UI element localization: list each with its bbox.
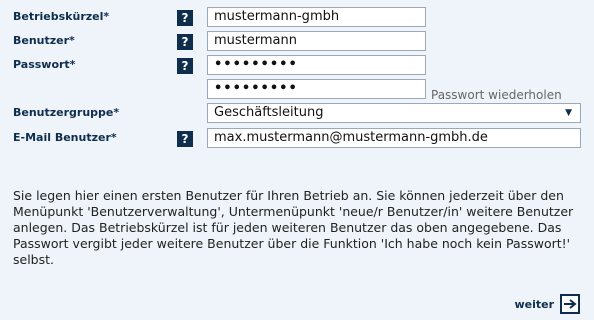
company-code-help-icon[interactable]: ? <box>177 10 193 26</box>
password-repeat-hint: Passwort wiederholen <box>431 88 562 102</box>
password-input[interactable]: ••••••••• <box>207 55 426 75</box>
next-button[interactable]: weiter <box>514 293 580 315</box>
user-label: Benutzer* <box>13 34 75 47</box>
signup-panel: Betriebskürzel* ? mustermann-gmbh Benutz… <box>0 0 594 320</box>
password-label: Passwort* <box>13 58 76 71</box>
password-help-icon[interactable]: ? <box>177 58 193 74</box>
email-input[interactable]: max.mustermann@mustermann-gmbh.de <box>207 128 581 148</box>
next-button-label: weiter <box>514 297 554 311</box>
email-row: E-Mail Benutzer* ? max.mustermann@muster… <box>0 126 594 152</box>
chevron-down-icon: ▼ <box>565 108 572 118</box>
user-group-select[interactable]: Geschäftsleitung ▼ <box>207 103 581 123</box>
company-code-input[interactable]: mustermann-gmbh <box>207 7 426 27</box>
info-text: Sie legen hier einen ersten Benutzer für… <box>13 188 574 267</box>
user-group-row: Benutzergruppe* Geschäftsleitung ▼ <box>0 101 594 127</box>
password-repeat-row: ••••••••• Passwort wiederholen <box>0 77 594 103</box>
password-row: Passwort* ? ••••••••• <box>0 53 594 79</box>
password-repeat-input[interactable]: ••••••••• <box>207 79 426 99</box>
email-label: E-Mail Benutzer* <box>13 131 117 144</box>
arrow-right-icon <box>560 294 580 314</box>
user-group-label: Benutzergruppe* <box>13 106 120 119</box>
user-row: Benutzer* ? mustermann <box>0 29 594 55</box>
user-input[interactable]: mustermann <box>207 31 426 51</box>
company-code-label: Betriebskürzel* <box>13 10 110 23</box>
company-code-row: Betriebskürzel* ? mustermann-gmbh <box>0 5 594 31</box>
email-help-icon[interactable]: ? <box>177 131 193 147</box>
user-help-icon[interactable]: ? <box>177 34 193 50</box>
user-group-value: Geschäftsleitung <box>214 105 324 120</box>
